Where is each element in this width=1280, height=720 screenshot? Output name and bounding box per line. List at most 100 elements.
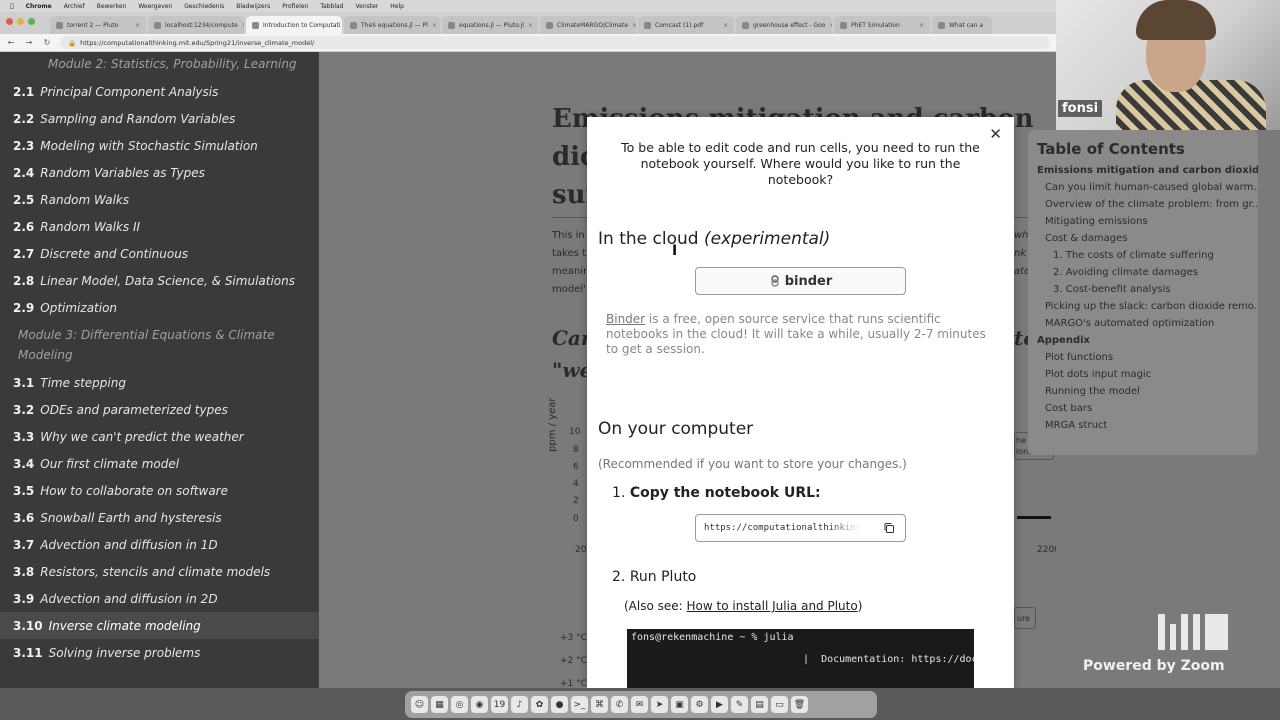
toc-item[interactable]: Cost & damages	[1028, 230, 1258, 247]
tab-close-icon[interactable]: ×	[829, 22, 832, 29]
sidebar-item-3-7[interactable]: 3.7 Advection and diffusion in 1D	[0, 531, 319, 558]
sidebar-item-3-3[interactable]: 3.3 Why we can't predict the weather	[0, 423, 319, 450]
sidebar-item-2-2[interactable]: 2.2 Sampling and Random Variables	[0, 105, 319, 132]
mail-icon[interactable]: ✉	[631, 696, 648, 713]
menu-edit[interactable]: Bewerken	[97, 3, 127, 10]
toc-item[interactable]: 3. Cost-benefit analysis	[1028, 281, 1258, 298]
tab-label: ClimateMARGO/Climate	[557, 21, 629, 29]
tab-close-icon[interactable]: ×	[432, 22, 437, 29]
tab-close-icon[interactable]: ×	[528, 22, 533, 29]
toc-item[interactable]: MARGO's automated optimization	[1028, 315, 1258, 332]
toc-item[interactable]: Picking up the slack: carbon dioxide rem…	[1028, 298, 1258, 315]
maximize-window-button[interactable]	[28, 18, 35, 25]
browser-tab[interactable]: PhET Simulation ×	[834, 16, 930, 34]
trash-icon[interactable]: 🗑	[791, 696, 808, 713]
sidebar-item-2-7[interactable]: 2.7 Discrete and Continuous	[0, 240, 319, 267]
sidebar-item-3-10[interactable]: 3.10 Inverse climate modeling	[0, 612, 319, 639]
toc-item[interactable]: 2. Avoiding climate damages	[1028, 264, 1258, 281]
notebook-url-field[interactable]: https://computationalthinking.mit.edu	[695, 514, 906, 542]
sidebar-item-2-9[interactable]: 2.9 Optimization	[0, 294, 319, 321]
toc-item[interactable]: Plot functions	[1028, 349, 1258, 366]
telegram-icon[interactable]: ➤	[651, 696, 668, 713]
whatsapp-icon[interactable]: ✆	[611, 696, 628, 713]
launchpad-icon[interactable]: ▦	[431, 696, 448, 713]
toc-item[interactable]: Can you limit human-caused global warm..…	[1028, 179, 1258, 196]
browser-tab[interactable]: ClimateMARGO/Climate ×	[540, 16, 636, 34]
binder-button[interactable]: binder	[695, 267, 906, 295]
menu-file[interactable]: Archief	[64, 3, 85, 10]
safari-icon[interactable]: ◎	[451, 696, 468, 713]
apple-icon[interactable]: 	[10, 3, 14, 10]
toc-item[interactable]: 1. The costs of climate suffering	[1028, 247, 1258, 264]
browser-tab[interactable]: equations.jl — Pluto.jl ×	[442, 16, 538, 34]
sidebar-item-3-4[interactable]: 3.4 Our first climate model	[0, 450, 319, 477]
reload-icon[interactable]: ↻	[42, 38, 52, 47]
browser-tab[interactable]: Comcast (1).pdf ×	[638, 16, 734, 34]
folder-icon[interactable]: ▭	[771, 696, 788, 713]
toc-item[interactable]: Overview of the climate problem: from gr…	[1028, 196, 1258, 213]
sidebar-item-3-5[interactable]: 3.5 How to collaborate on software	[0, 477, 319, 504]
copy-icon[interactable]	[883, 522, 895, 534]
preview-icon[interactable]: ▣	[671, 696, 688, 713]
zoom-app-icon[interactable]: ▶	[711, 696, 728, 713]
music-icon[interactable]: ♪	[511, 696, 528, 713]
sidebar-item-3-11[interactable]: 3.11 Solving inverse problems	[0, 639, 319, 666]
github-icon[interactable]: ●	[551, 696, 568, 713]
sidebar-item-3-1[interactable]: 3.1 Time stepping	[0, 369, 319, 396]
menu-view[interactable]: Weergeven	[138, 3, 172, 10]
menu-bookmarks[interactable]: Bladwijzers	[236, 3, 270, 10]
document-icon[interactable]: ▤	[751, 696, 768, 713]
browser-tab[interactable]: TheS equations.jl — Pl ×	[344, 16, 440, 34]
menu-window[interactable]: Venster	[355, 3, 378, 10]
toc-item[interactable]: Plot dots input magic	[1028, 366, 1258, 383]
toc-item[interactable]: Appendix	[1028, 332, 1258, 349]
toc-item[interactable]: MRGA struct	[1028, 417, 1258, 434]
menu-profiles[interactable]: Profielen	[282, 3, 308, 10]
menu-history[interactable]: Geschiedenis	[184, 3, 224, 10]
plot-button[interactable]: ure	[1014, 607, 1036, 629]
sidebar-item-2-6[interactable]: 2.6 Random Walks II	[0, 213, 319, 240]
calendar-icon[interactable]: 19	[491, 696, 508, 713]
forward-arrow-icon[interactable]: →	[24, 38, 34, 47]
terminal-icon[interactable]: >_	[571, 696, 588, 713]
browser-tab[interactable]: localhost:1234/compute ×	[148, 16, 244, 34]
sidebar-item-2-8[interactable]: 2.8 Linear Model, Data Science, & Simulat…	[0, 267, 319, 294]
notes-icon[interactable]: ✎	[731, 696, 748, 713]
tab-close-icon[interactable]: ×	[632, 22, 636, 29]
tab-close-icon[interactable]: ×	[919, 22, 924, 29]
chrome-icon[interactable]: ◉	[471, 696, 488, 713]
sidebar-item-2-5[interactable]: 2.5 Random Walks	[0, 186, 319, 213]
toc-item[interactable]: Mitigating emissions	[1028, 213, 1258, 230]
close-window-button[interactable]	[6, 18, 13, 25]
browser-tab[interactable]: What can a	[932, 16, 992, 34]
minimize-window-button[interactable]	[17, 18, 24, 25]
sidebar-item-3-9[interactable]: 3.9 Advection and diffusion in 2D	[0, 585, 319, 612]
menu-help[interactable]: Help	[390, 3, 404, 10]
sidebar-item-2-3[interactable]: 2.3 Modeling with Stochastic Simulation	[0, 132, 319, 159]
tab-close-icon[interactable]: ×	[723, 22, 728, 29]
sidebar-item-2-4[interactable]: 2.4 Random Variables as Types	[0, 159, 319, 186]
browser-tab[interactable]: greenhouse effect - Goo ×	[736, 16, 832, 34]
settings-icon[interactable]: ⚙	[691, 696, 708, 713]
photos-icon[interactable]: ✿	[531, 696, 548, 713]
browser-tab[interactable]: torrent 2 — Pluto ×	[50, 16, 146, 34]
toc-item[interactable]: Cost bars	[1028, 400, 1258, 417]
menu-app-name[interactable]: Chrome	[26, 3, 52, 10]
install-julia-link[interactable]: How to install Julia and Pluto	[687, 599, 858, 613]
sidebar-item-3-8[interactable]: 3.8 Resistors, stencils and climate model…	[0, 558, 319, 585]
menu-tab[interactable]: Tabblad	[320, 3, 343, 10]
toc-item[interactable]: Running the model	[1028, 383, 1258, 400]
sidebar-item-2-1[interactable]: 2.1 Principal Component Analysis	[0, 78, 319, 105]
vscode-icon[interactable]: ⌘	[591, 696, 608, 713]
tab-close-icon[interactable]: ×	[242, 22, 244, 29]
sidebar-item-3-6[interactable]: 3.6 Snowball Earth and hysteresis	[0, 504, 319, 531]
url-field[interactable]: 🔒 https://computationalthinking.mit.edu/…	[60, 36, 1050, 49]
finder-icon[interactable]: ☺	[411, 696, 428, 713]
toc-item[interactable]: Emissions mitigation and carbon dioxide …	[1028, 162, 1258, 179]
sidebar-item-3-2[interactable]: 3.2 ODEs and parameterized types	[0, 396, 319, 423]
tab-close-icon[interactable]: ×	[135, 22, 140, 29]
back-arrow-icon[interactable]: ←	[6, 38, 16, 47]
tab-favicon-icon	[350, 21, 357, 29]
binder-link[interactable]: Binder	[606, 312, 645, 326]
browser-tab-active[interactable]: Introduction to Computati×	[246, 16, 342, 34]
